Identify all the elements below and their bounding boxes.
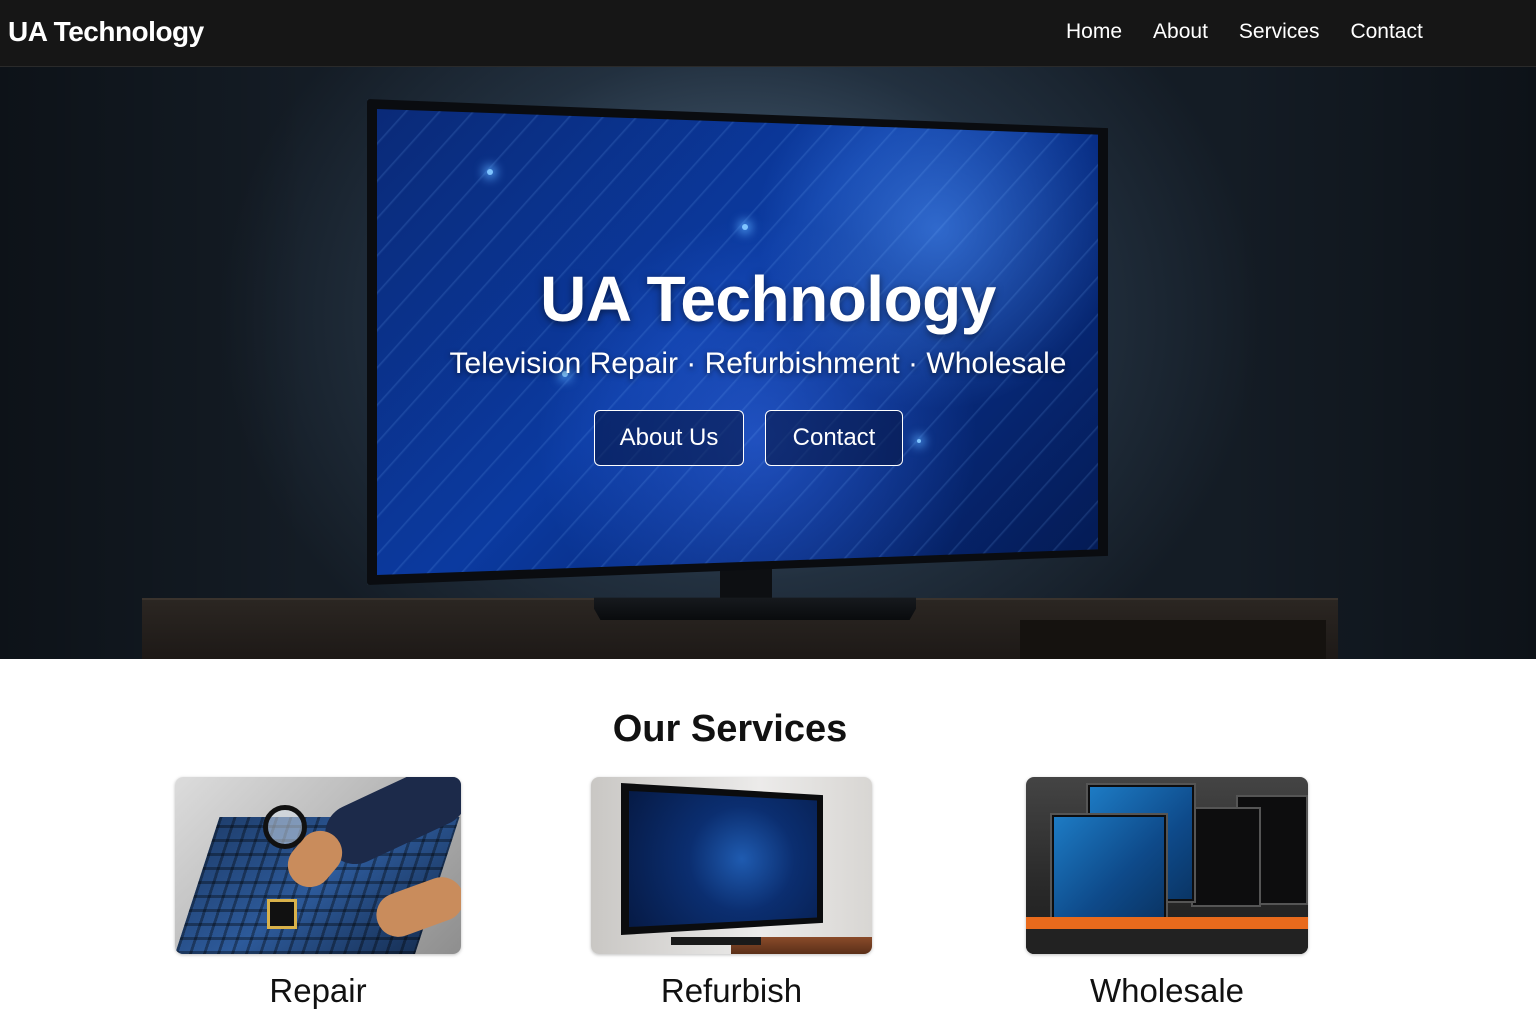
nav-link-home[interactable]: Home — [1066, 20, 1122, 44]
screen-glint — [917, 439, 921, 443]
shelf-base-image — [1026, 929, 1308, 954]
nav-links: Home About Services Contact — [1066, 20, 1423, 44]
service-card-wholesale[interactable]: Wholesale — [1026, 777, 1308, 1009]
contact-button[interactable]: Contact — [765, 410, 903, 466]
orange-shelf-image — [1026, 917, 1308, 929]
tv-cabinet-shadow — [1020, 620, 1326, 659]
service-card-label: Refurbish — [660, 972, 803, 1009]
hero-section: UA Technology Television Repair · Refurb… — [0, 67, 1536, 659]
repair-image — [175, 777, 461, 954]
tv-screen-image — [629, 791, 817, 927]
hero-title: UA Technology — [540, 263, 996, 335]
nav-link-services[interactable]: Services — [1239, 20, 1320, 44]
nav-link-about[interactable]: About — [1153, 20, 1208, 44]
hero-tagline: Television Repair · Refurbishment · Whol… — [449, 347, 1067, 380]
chip-image — [267, 899, 297, 929]
monitor-screen-image — [1054, 817, 1164, 917]
monitor-image — [1191, 807, 1261, 907]
screen-glint — [487, 169, 493, 175]
hero-button-group: About Us Contact — [594, 410, 903, 466]
about-us-button[interactable]: About Us — [594, 410, 744, 466]
refurbish-image — [591, 777, 872, 954]
tv-screen — [377, 109, 1098, 575]
service-card-refurbish[interactable]: Refurbish — [591, 777, 872, 1009]
service-card-repair[interactable]: Repair — [175, 777, 461, 1009]
screen-glint — [742, 224, 748, 230]
wholesale-image — [1026, 777, 1308, 954]
nav-link-contact[interactable]: Contact — [1350, 20, 1422, 44]
service-card-label: Repair — [269, 972, 367, 1009]
service-card-label: Wholesale — [1089, 972, 1245, 1009]
top-navbar: UA Technology Home About Services Contac… — [0, 0, 1536, 67]
brand-logo-text[interactable]: UA Technology — [8, 16, 204, 48]
magnifier-loupe-image — [263, 805, 307, 849]
tv-stand-image — [671, 937, 761, 945]
services-heading: Our Services — [612, 708, 848, 750]
